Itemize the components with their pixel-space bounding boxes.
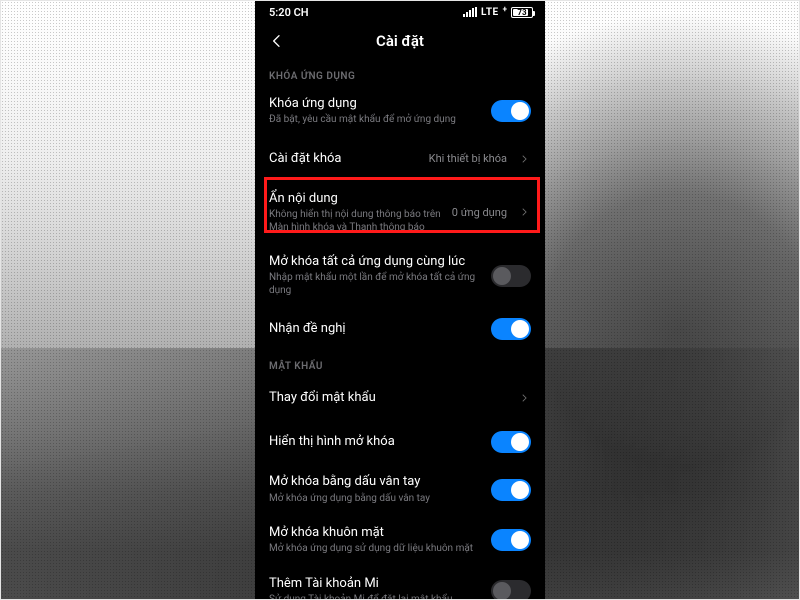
row-title: Ẩn nội dung	[269, 191, 442, 207]
network-label: LTE	[481, 7, 499, 18]
chevron-right-icon	[517, 393, 531, 403]
toggle-face-unlock[interactable]	[491, 529, 531, 551]
row-value: Khi thiết bị khóa	[429, 152, 507, 165]
row-title: Mở khóa tất cả ứng dụng cùng lúc	[269, 254, 481, 270]
row-change-password[interactable]: Thay đổi mật khẩu	[255, 376, 545, 420]
signal-icon	[463, 7, 477, 17]
row-fingerprint[interactable]: Mở khóa bằng dấu vân tay Mở khóa ứng dụn…	[255, 464, 545, 515]
row-subtitle: Đã bật, yêu cầu mật khẩu để mở ứng dụng	[269, 114, 481, 127]
header: Cài đặt	[255, 23, 545, 59]
toggle-fingerprint[interactable]	[491, 479, 531, 501]
toggle-mi-account[interactable]	[491, 580, 531, 600]
row-title: Nhận đề nghị	[269, 321, 481, 337]
toggle-unlock-all[interactable]	[491, 265, 531, 287]
row-subtitle: Sử dụng Tài khoản Mi để đặt lại mật khẩu	[269, 594, 481, 600]
row-hide-content[interactable]: Ẩn nội dung Không hiển thị nội dung thôn…	[255, 181, 545, 244]
row-title: Hiển thị hình mở khóa	[269, 434, 481, 450]
row-suggestions[interactable]: Nhận đề nghị	[255, 307, 545, 351]
row-subtitle: Mở khóa ứng dụng bằng dấu vân tay	[269, 493, 481, 506]
row-show-pattern[interactable]: Hiển thị hình mở khóa	[255, 420, 545, 464]
section-header-applock: KHÓA ỨNG DỤNG	[255, 61, 545, 86]
row-subtitle: Nhập mật khẩu một lần để mở khóa tất cả …	[269, 272, 481, 297]
chevron-left-icon	[269, 33, 285, 49]
settings-list[interactable]: KHÓA ỨNG DỤNG Khóa ứng dụng Đã bật, yêu …	[255, 59, 545, 600]
status-bar: 5:20 CH LTE + 73	[255, 1, 545, 23]
toggle-app-lock[interactable]	[491, 100, 531, 122]
row-lock-after[interactable]: Cài đặt khóa Khi thiết bị khóa	[255, 137, 545, 181]
battery-icon: 73	[511, 7, 533, 18]
status-time: 5:20 CH	[269, 6, 309, 19]
row-title: Mở khóa khuôn mặt	[269, 525, 481, 541]
back-button[interactable]	[263, 23, 291, 59]
row-mi-account[interactable]: Thêm Tài khoản Mi Sử dụng Tài khoản Mi đ…	[255, 566, 545, 600]
chevron-right-icon	[517, 207, 531, 217]
row-title: Khóa ứng dụng	[269, 96, 481, 112]
row-unlock-all[interactable]: Mở khóa tất cả ứng dụng cùng lúc Nhập mậ…	[255, 244, 545, 307]
row-face-unlock[interactable]: Mở khóa khuôn mặt Mở khóa ứng dụng sử dụ…	[255, 515, 545, 566]
status-right: LTE + 73	[463, 7, 533, 18]
row-title: Mở khóa bằng dấu vân tay	[269, 474, 481, 490]
section-header-password: MẬT KHẨU	[255, 351, 545, 376]
page-title: Cài đặt	[376, 32, 424, 50]
toggle-suggestions[interactable]	[491, 318, 531, 340]
row-title: Thêm Tài khoản Mi	[269, 576, 481, 592]
network-plus-icon: +	[503, 5, 507, 14]
chevron-right-icon	[517, 154, 531, 164]
row-subtitle: Không hiển thị nội dung thông báo trên M…	[269, 209, 442, 234]
toggle-show-pattern[interactable]	[491, 431, 531, 453]
row-title: Cài đặt khóa	[269, 151, 419, 167]
row-title: Thay đổi mật khẩu	[269, 390, 507, 406]
row-value: 0 ứng dụng	[452, 206, 507, 219]
phone-screen: 5:20 CH LTE + 73 Cài đặt KHÓA ỨNG DỤNG	[255, 1, 545, 600]
row-subtitle: Mở khóa ứng dụng sử dụng dữ liệu khuôn m…	[269, 543, 481, 556]
row-app-lock[interactable]: Khóa ứng dụng Đã bật, yêu cầu mật khẩu đ…	[255, 86, 545, 137]
